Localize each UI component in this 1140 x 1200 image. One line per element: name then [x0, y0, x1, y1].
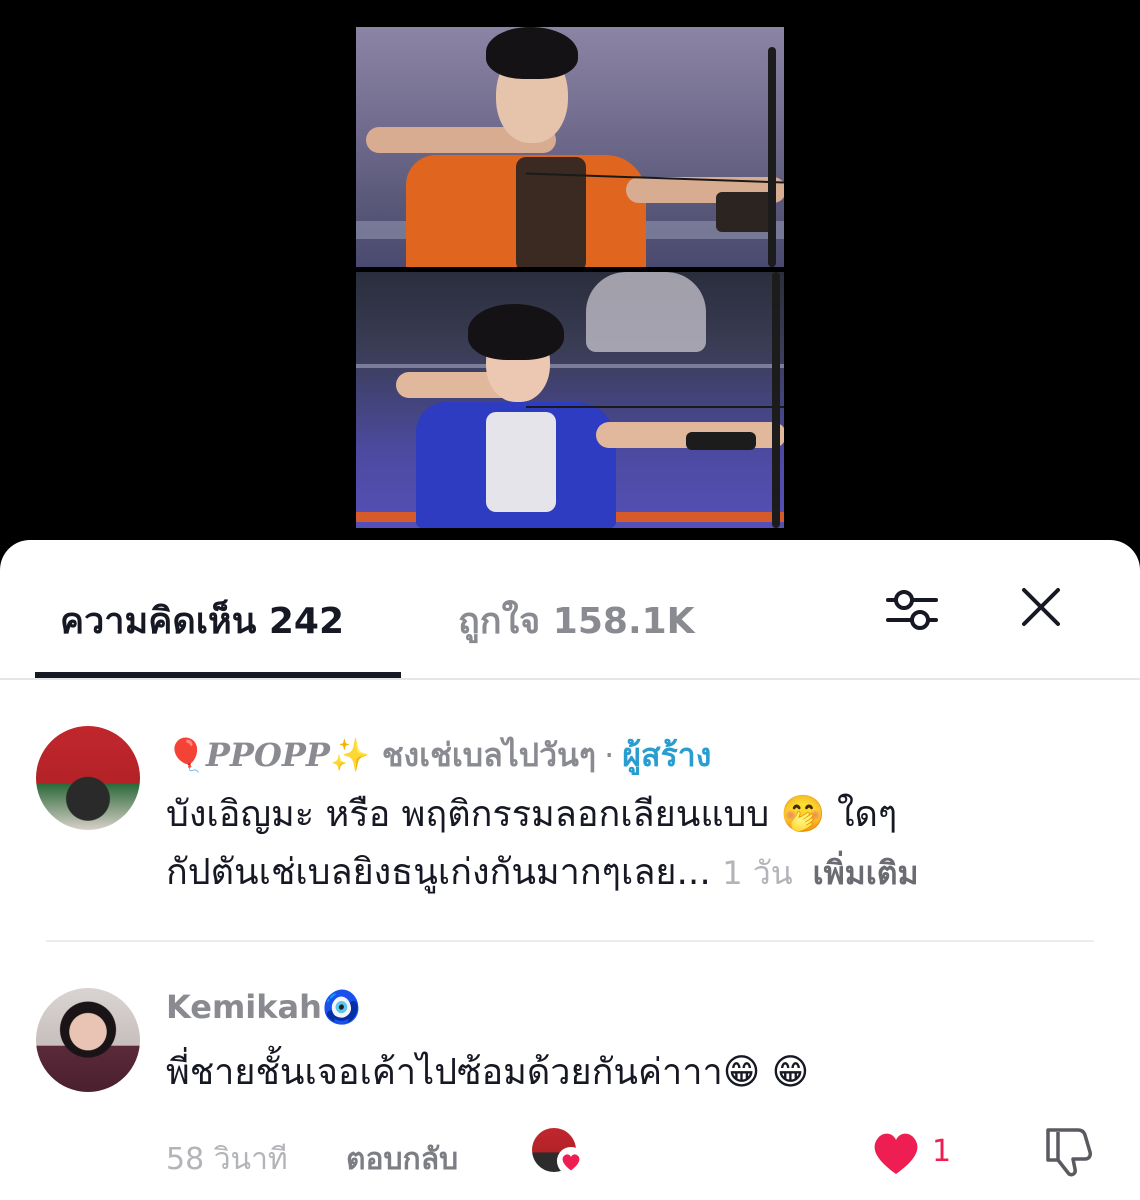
- comment-timestamp: 58 วินาที: [166, 1142, 288, 1177]
- comment-text-line: กัปตันเช่เบลยิงธนูเก่งกันมากๆเลย... 1 วั…: [166, 844, 919, 902]
- grinning-emoji: 😁 😁: [722, 1052, 810, 1093]
- hand-over-mouth-emoji: 🤭: [780, 794, 826, 835]
- meta-separator: ·: [604, 736, 615, 774]
- bow: [768, 47, 776, 267]
- video-frame-bottom-photo: [356, 272, 784, 528]
- tab-divider: [0, 678, 1140, 680]
- comment-timestamp: 1 วัน: [722, 854, 793, 892]
- comment-meta: 🎈PPOPP✨ ชงเช่เบลไปวันๆ · ผู้สร้าง: [166, 730, 711, 781]
- arrow: [526, 406, 784, 408]
- comments-sheet: ความคิดเห็น 242 ถูกใจ 158.1K 🎈PPOPP✨ ชงเช…: [0, 540, 1140, 1200]
- comment-text: บังเอิญมะ หรือ พฤติกรรมลอกเลียนแบบ: [166, 794, 770, 835]
- video-frame-top-photo: [356, 27, 784, 267]
- heart-icon: [556, 1146, 586, 1176]
- comment-meta: Kemikah🧿: [166, 988, 362, 1026]
- tab-comments[interactable]: ความคิดเห็น 242: [60, 592, 344, 649]
- tab-likes[interactable]: ถูกใจ 158.1K: [458, 592, 695, 649]
- arm-guard: [686, 432, 756, 450]
- comment-user-nickname: ชงเช่เบลไปวันๆ: [381, 736, 597, 774]
- see-more-link[interactable]: เพิ่มเติม: [813, 854, 919, 892]
- avatar[interactable]: [36, 988, 140, 1092]
- comment-actions: 58 วินาที ตอบกลับ 1: [0, 1128, 1140, 1188]
- bow: [772, 272, 780, 528]
- nazar-amulet-emoji: 🧿: [321, 988, 362, 1026]
- creator-badge: ผู้สร้าง: [622, 736, 712, 774]
- arm-guard: [716, 192, 776, 232]
- comment-divider: [46, 940, 1094, 942]
- comment-username[interactable]: Kemikah: [166, 988, 322, 1026]
- sparkles-emoji: ✨: [329, 736, 370, 774]
- spectator: [586, 272, 706, 352]
- comment-text: กัปตันเช่เบลยิงธนูเก่งกันมากๆเลย...: [166, 852, 711, 893]
- archer-hair: [468, 304, 564, 360]
- archer-hair: [486, 27, 578, 79]
- comment-text-tail: ใดๆ: [825, 794, 898, 835]
- avatar[interactable]: [36, 726, 140, 830]
- thumbs-down-icon[interactable]: [1040, 1122, 1098, 1180]
- comment-text-line: พี่ชายชั้นเจอเค้าไปซ้อมด้วยกันค่าาา😁 😁: [166, 1044, 809, 1102]
- comments-tab-bar: ความคิดเห็น 242 ถูกใจ 158.1K: [0, 540, 1140, 680]
- comment-username[interactable]: PPOPP: [206, 736, 330, 774]
- comment-text: พี่ชายชั้นเจอเค้าไปซ้อมด้วยกันค่าาา: [166, 1052, 723, 1093]
- close-icon[interactable]: [1016, 582, 1066, 632]
- reply-button[interactable]: ตอบกลับ: [346, 1136, 458, 1183]
- like-count: 1: [932, 1134, 952, 1169]
- court-line: [356, 364, 784, 368]
- balloon-emoji: 🎈: [166, 736, 206, 774]
- creator-liked-indicator: [532, 1128, 586, 1180]
- heart-icon[interactable]: [868, 1124, 924, 1180]
- sliders-icon[interactable]: [884, 582, 940, 638]
- video-player[interactable]: [0, 0, 1140, 560]
- archer-chest-guard: [486, 412, 556, 512]
- comment-text-line: บังเอิญมะ หรือ พฤติกรรมลอกเลียนแบบ 🤭 ใดๆ: [166, 786, 897, 844]
